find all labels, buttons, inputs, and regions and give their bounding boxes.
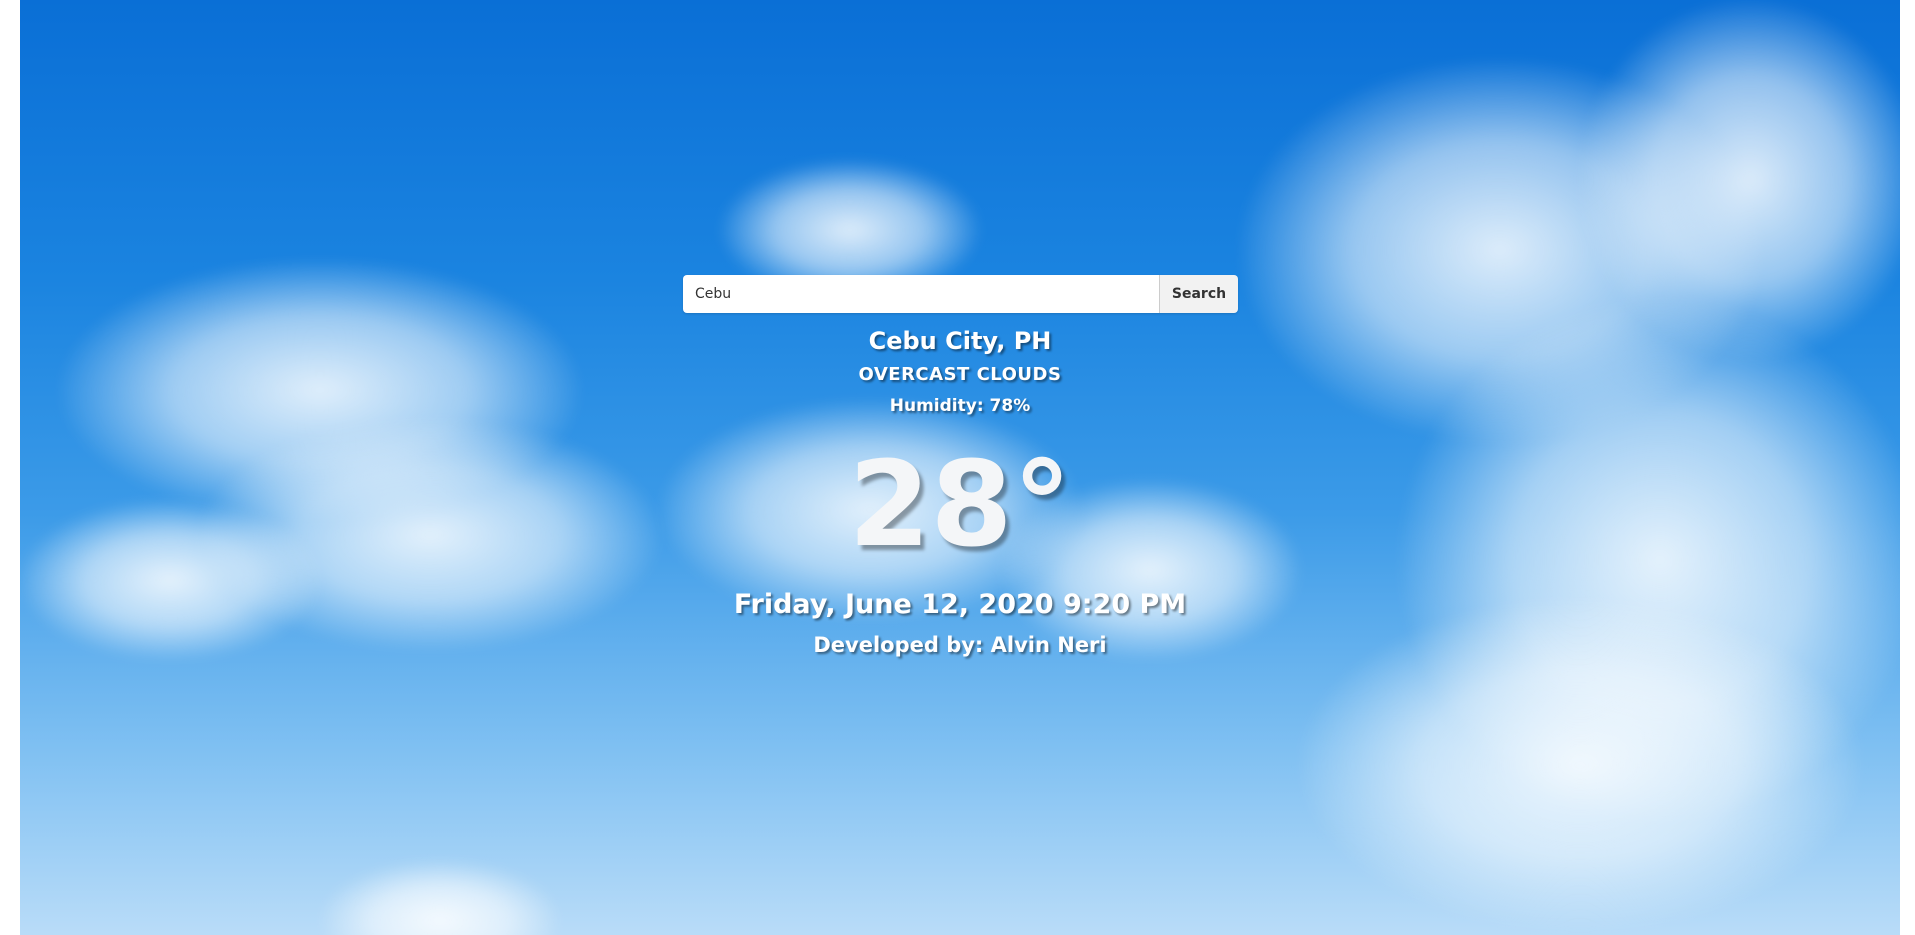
date-time-label: Friday, June 12, 2020 9:20 PM [733,589,1187,620]
city-search-input[interactable] [683,275,1160,313]
temperature-display: 28° [848,435,1072,573]
humidity-label: Humidity: 78% [889,396,1031,416]
weather-app: Search Cebu City, PH OVERCAST CLOUDS Hum… [20,0,1900,935]
location-label: Cebu City, PH [868,327,1052,355]
weather-description: OVERCAST CLOUDS [858,364,1062,385]
developer-credit: Developed by: Alvin Neri [813,633,1107,657]
search-button[interactable]: Search [1160,275,1238,313]
search-bar: Search [683,275,1238,313]
sky-background: Search Cebu City, PH OVERCAST CLOUDS Hum… [20,0,1900,935]
